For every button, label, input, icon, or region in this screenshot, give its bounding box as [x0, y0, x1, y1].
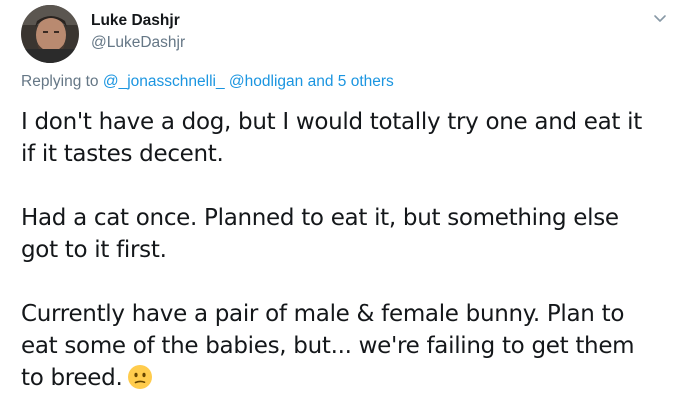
mention-link[interactable]: @_jonasschnelli_	[103, 73, 225, 90]
and-label: and	[307, 73, 334, 90]
profile-photo-icon	[21, 5, 79, 63]
tweet-paragraph: Had a cat once. Planned to eat it, but s…	[21, 205, 619, 263]
others-count: 5 others	[337, 73, 394, 90]
tweet-paragraph: I don't have a dog, but I would totally …	[21, 109, 642, 167]
tweet-paragraph-last: Currently have a pair of male & female b…	[21, 298, 661, 394]
replying-to-label: Replying to	[21, 73, 99, 90]
mention-link[interactable]: and 5 others	[308, 73, 394, 90]
author-display-name[interactable]: Luke Dashjr	[91, 12, 180, 30]
author-handle[interactable]: @LukeDashjr	[91, 34, 185, 52]
tweet-card: Luke Dashjr @LukeDashjr Replying to @_jo…	[0, 0, 680, 420]
avatar[interactable]	[21, 5, 79, 63]
replying-to-line: Replying to @_jonasschnelli_ @hodligan a…	[21, 73, 394, 91]
mention-link[interactable]: @hodligan	[229, 73, 303, 90]
tweet-paragraph-text: Currently have a pair of male & female b…	[21, 301, 635, 391]
confused-face-icon	[127, 364, 153, 390]
chevron-down-icon[interactable]	[651, 10, 669, 28]
tweet-text: I don't have a dog, but I would totally …	[21, 106, 661, 394]
